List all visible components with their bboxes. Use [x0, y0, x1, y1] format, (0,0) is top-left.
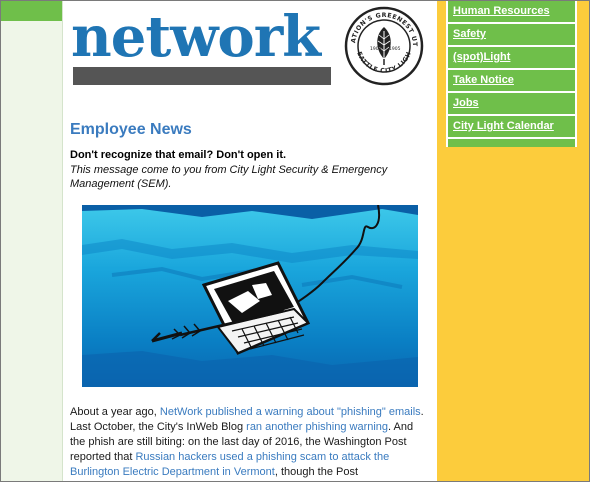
masthead: network THE NATION'S GREENEST UTILITY SE…	[71, 5, 435, 95]
link-inweb-warning[interactable]: ran another phishing warning	[246, 421, 388, 433]
article-headline: Don't recognize that email? Don't open i…	[70, 149, 287, 161]
right-sidebar: Human Resources Safety (spot)Light Take …	[437, 1, 589, 481]
seal-year-left: 1905	[370, 46, 382, 52]
phishing-illustration	[82, 205, 418, 387]
main-content: network THE NATION'S GREENEST UTILITY SE…	[63, 1, 437, 481]
logo-underline-bar	[73, 67, 331, 85]
page-frame: network THE NATION'S GREENEST UTILITY SE…	[0, 0, 590, 482]
left-top-bar	[1, 1, 63, 21]
article-body: About a year ago, NetWork published a wa…	[70, 405, 428, 480]
left-strip	[1, 1, 63, 481]
seal-year-right: 1905	[389, 46, 401, 52]
nav-item-jobs[interactable]: Jobs	[446, 93, 577, 116]
body-text-1: About a year ago,	[70, 406, 160, 418]
body-text-4: , though the Post	[274, 466, 358, 478]
nav-item-spotlight[interactable]: (spot)Light	[446, 47, 577, 70]
sidebar-nav: Human Resources Safety (spot)Light Take …	[446, 1, 577, 147]
link-network-warning[interactable]: NetWork published a warning about "phish…	[160, 406, 421, 418]
article-subhead: This message come to you from City Light…	[70, 164, 388, 190]
network-logo[interactable]: network	[71, 9, 321, 65]
section-title: Employee News	[70, 121, 192, 138]
nav-item-calendar[interactable]: City Light Calendar	[446, 116, 577, 139]
nav-item-take-notice[interactable]: Take Notice	[446, 70, 577, 93]
nav-item-human-resources[interactable]: Human Resources	[446, 1, 577, 24]
nav-item-safety[interactable]: Safety	[446, 24, 577, 47]
nav-footer	[446, 139, 577, 147]
city-light-seal-icon: THE NATION'S GREENEST UTILITY SEATTLE CI…	[343, 5, 424, 86]
